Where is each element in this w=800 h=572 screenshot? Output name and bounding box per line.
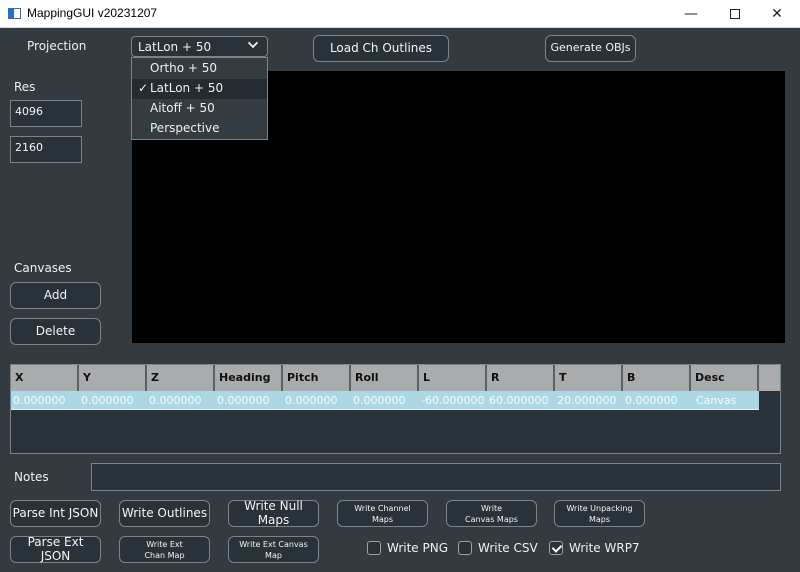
projection-option-perspective[interactable]: Perspective xyxy=(132,119,267,139)
cell-desc[interactable]: Canvas xyxy=(691,391,759,409)
write-null-maps-button[interactable]: Write Null Maps xyxy=(228,500,319,527)
column-header-y[interactable]: Y xyxy=(79,365,147,391)
column-header-roll[interactable]: Roll xyxy=(351,365,419,391)
projection-option-ortho[interactable]: Ortho + 50 xyxy=(132,59,267,79)
column-header-filler xyxy=(759,365,780,391)
projection-dropdown: Ortho + 50 ✓ LatLon + 50 Aitoff + 50 Per… xyxy=(131,57,268,140)
projection-option-latlon[interactable]: ✓ LatLon + 50 xyxy=(132,79,267,99)
res-height-input[interactable]: 2160 xyxy=(10,136,82,163)
cell-pitch[interactable]: 0.000000 xyxy=(283,391,351,409)
cell-l[interactable]: -60.000000 xyxy=(419,391,487,409)
checkbox-box xyxy=(458,541,472,555)
checkmark-icon: ✓ xyxy=(138,81,149,95)
column-header-desc[interactable]: Desc xyxy=(691,365,759,391)
column-header-z[interactable]: Z xyxy=(147,365,215,391)
cell-t[interactable]: 20.000000 xyxy=(555,391,623,409)
checkbox-box-checked xyxy=(549,541,563,555)
cell-b[interactable]: 0.000000 xyxy=(623,391,691,409)
cell-roll[interactable]: 0.000000 xyxy=(351,391,419,409)
title-bar: MappingGUI v20231207 — ✕ xyxy=(0,0,800,28)
add-canvas-button[interactable]: Add xyxy=(10,282,101,309)
write-unpacking-maps-button[interactable]: Write Unpacking Maps xyxy=(554,500,645,527)
option-label: LatLon + 50 xyxy=(150,81,224,95)
parse-int-json-button[interactable]: Parse Int JSON xyxy=(10,500,101,527)
res-width-input[interactable]: 4096 xyxy=(10,100,82,127)
write-csv-checkbox[interactable]: Write CSV xyxy=(458,541,538,555)
option-label: Ortho + 50 xyxy=(150,61,217,75)
window-title: MappingGUI v20231207 xyxy=(27,6,158,20)
write-wrp7-label: Write WRP7 xyxy=(569,541,640,555)
write-outlines-button[interactable]: Write Outlines xyxy=(119,500,210,527)
column-header-b[interactable]: B xyxy=(623,365,691,391)
column-header-l[interactable]: L xyxy=(419,365,487,391)
projection-option-aitoff[interactable]: Aitoff + 50 xyxy=(132,99,267,119)
write-png-checkbox[interactable]: Write PNG xyxy=(367,541,448,555)
column-header-t[interactable]: T xyxy=(555,365,623,391)
table-header: X Y Z Heading Pitch Roll L R T B Desc xyxy=(11,365,780,391)
column-header-x[interactable]: X xyxy=(11,365,79,391)
cell-z[interactable]: 0.000000 xyxy=(147,391,215,409)
canvases-label: Canvases xyxy=(14,261,72,275)
projection-selected-value: LatLon + 50 xyxy=(138,40,212,54)
res-label: Res xyxy=(14,80,36,94)
write-csv-label: Write CSV xyxy=(478,541,538,555)
delete-canvas-button[interactable]: Delete xyxy=(10,318,101,345)
app-icon xyxy=(8,8,21,19)
canvas-table: X Y Z Heading Pitch Roll L R T B Desc 0.… xyxy=(10,364,781,454)
column-header-heading[interactable]: Heading xyxy=(215,365,283,391)
column-header-r[interactable]: R xyxy=(487,365,555,391)
projection-select[interactable]: LatLon + 50 xyxy=(131,36,268,57)
parse-ext-json-button[interactable]: Parse Ext JSON xyxy=(10,536,101,563)
option-label: Perspective xyxy=(150,121,220,135)
option-label: Aitoff + 50 xyxy=(150,101,215,115)
minimize-icon: — xyxy=(684,6,698,22)
table-row[interactable]: 0.000000 0.000000 0.000000 0.000000 0.00… xyxy=(11,391,759,410)
load-ch-outlines-button[interactable]: Load Ch Outlines xyxy=(313,35,449,62)
checkbox-box xyxy=(367,541,381,555)
cell-y[interactable]: 0.000000 xyxy=(79,391,147,409)
maximize-icon xyxy=(730,9,740,19)
maximize-button[interactable] xyxy=(712,0,758,28)
close-button[interactable]: ✕ xyxy=(754,0,800,28)
notes-input[interactable] xyxy=(91,463,781,491)
cell-x[interactable]: 0.000000 xyxy=(11,391,79,409)
write-ext-canvas-map-button[interactable]: Write Ext Canvas Map xyxy=(228,536,319,563)
notes-label: Notes xyxy=(14,470,49,484)
write-wrp7-checkbox[interactable]: Write WRP7 xyxy=(549,541,640,555)
write-ext-chan-map-button[interactable]: Write Ext Chan Map xyxy=(119,536,210,563)
write-canvas-maps-button[interactable]: Write Canvas Maps xyxy=(446,500,537,527)
projection-label: Projection xyxy=(27,39,87,53)
cell-r[interactable]: 60.000000 xyxy=(487,391,555,409)
write-channel-maps-button[interactable]: Write Channel Maps xyxy=(337,500,428,527)
chevron-down-icon xyxy=(247,37,259,49)
cell-heading[interactable]: 0.000000 xyxy=(215,391,283,409)
write-png-label: Write PNG xyxy=(387,541,449,555)
minimize-button[interactable]: — xyxy=(668,0,714,28)
column-header-pitch[interactable]: Pitch xyxy=(283,365,351,391)
generate-objs-button[interactable]: Generate OBJs xyxy=(545,35,636,62)
close-icon: ✕ xyxy=(771,6,783,22)
